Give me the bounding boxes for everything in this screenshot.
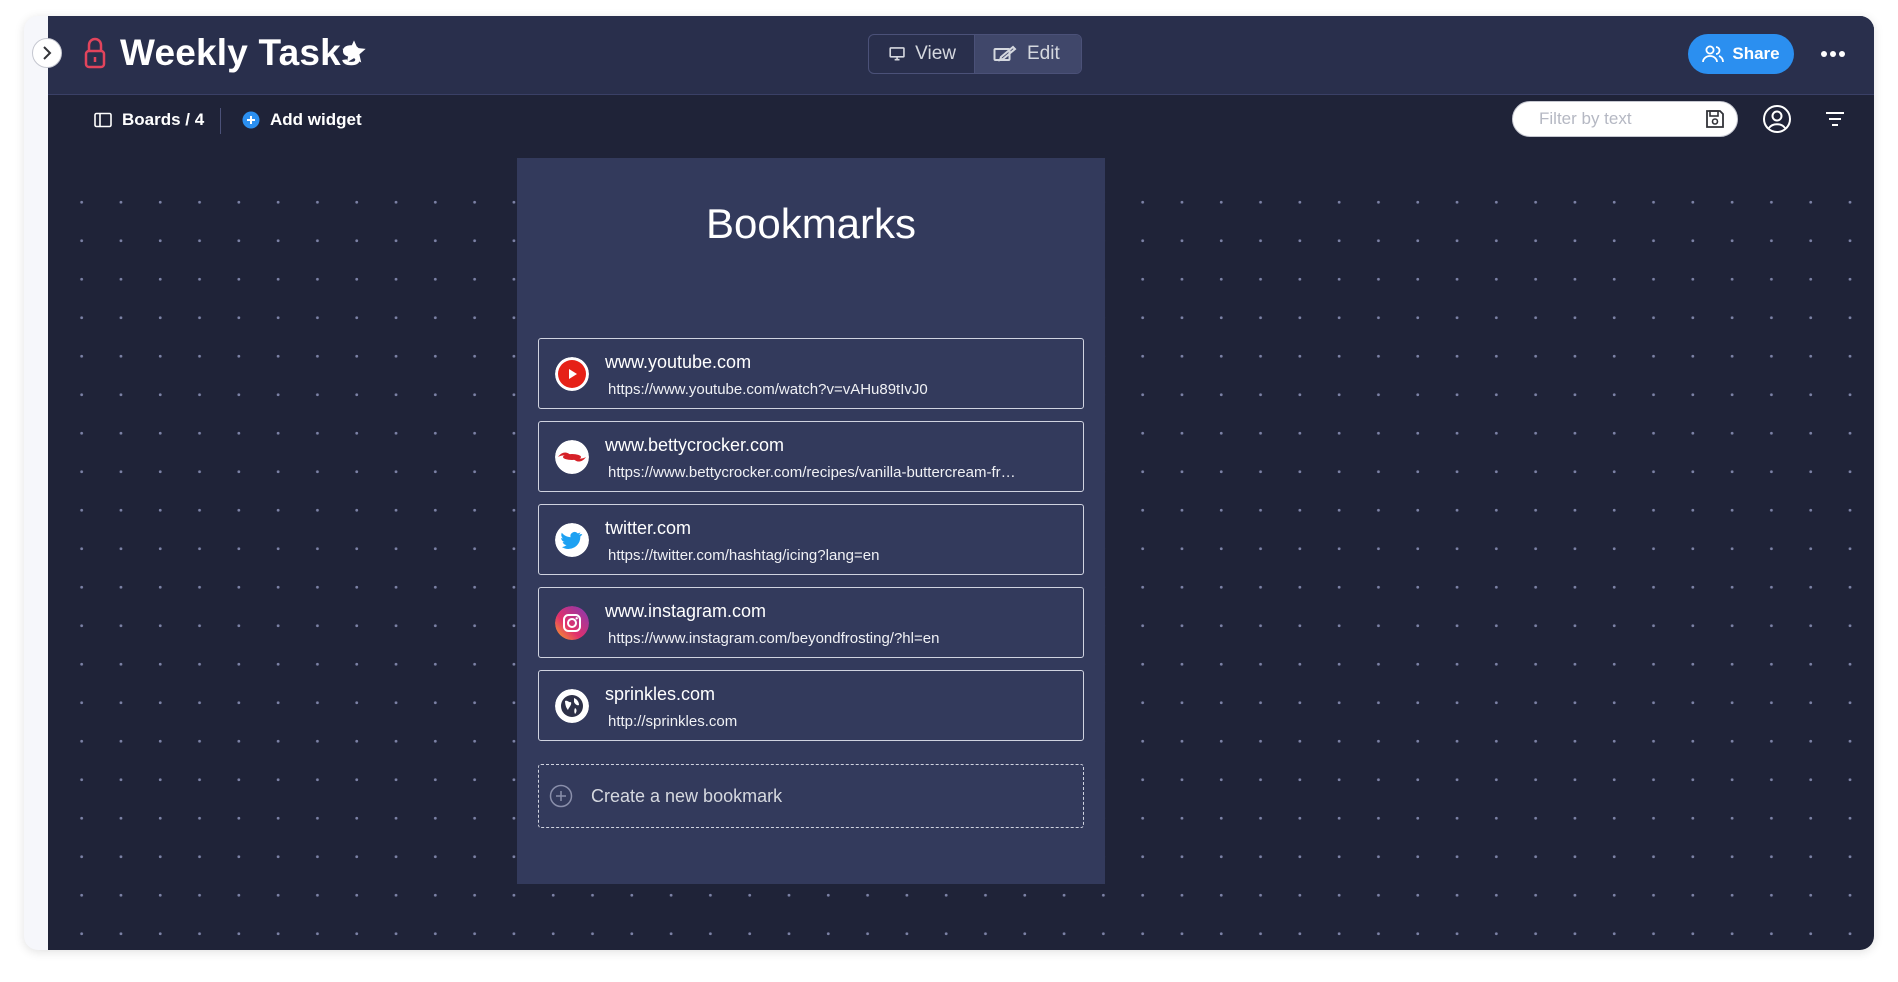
chevron-right-icon bbox=[43, 46, 52, 60]
bettycrocker-icon bbox=[555, 440, 589, 474]
widget-title: Bookmarks bbox=[705, 200, 917, 247]
view-edit-toggle: View Edit bbox=[868, 34, 1082, 74]
create-bookmark-label: Create a new bookmark bbox=[591, 785, 783, 806]
bookmark-title: twitter.com bbox=[605, 518, 692, 538]
youtube-icon bbox=[555, 357, 589, 391]
boards-label: Boards / 4 bbox=[122, 110, 205, 129]
create-bookmark-button[interactable]: Create a new bookmark bbox=[538, 764, 1084, 828]
share-button[interactable]: Share bbox=[1688, 34, 1794, 74]
add-widget-button[interactable]: Add widget bbox=[242, 110, 362, 130]
plus-circle-icon bbox=[242, 111, 260, 129]
bookmark-url: http://sprinkles.com bbox=[608, 713, 738, 730]
board-header: Weekly Tasks View Edit Share bbox=[48, 16, 1874, 95]
favorite-star-icon[interactable] bbox=[340, 38, 368, 66]
people-icon bbox=[1702, 45, 1725, 63]
bookmark-item[interactable]: sprinkles.com http://sprinkles.com bbox=[538, 670, 1084, 741]
bookmark-item[interactable]: www.instagram.com https://www.instagram.… bbox=[538, 587, 1084, 658]
bookmark-item[interactable]: www.bettycrocker.com https://www.bettycr… bbox=[538, 421, 1084, 492]
add-widget-label: Add widget bbox=[270, 110, 362, 129]
edit-pencil-icon bbox=[993, 45, 1017, 62]
board-title[interactable]: Weekly Tasks bbox=[120, 32, 362, 74]
expand-sidebar-button[interactable] bbox=[32, 38, 62, 68]
edit-label: Edit bbox=[1027, 43, 1060, 64]
filter-input[interactable] bbox=[1537, 108, 1705, 130]
globe-icon bbox=[555, 689, 589, 723]
filter-search-box bbox=[1512, 101, 1738, 137]
bookmark-item[interactable]: www.youtube.com https://www.youtube.com/… bbox=[538, 338, 1084, 409]
bookmark-url: https://twitter.com/hashtag/icing?lang=e… bbox=[608, 547, 880, 564]
lock-icon bbox=[84, 37, 106, 69]
toolbar-divider bbox=[220, 108, 221, 134]
bookmark-title: www.bettycrocker.com bbox=[605, 435, 785, 455]
bookmark-item[interactable]: twitter.com https://twitter.com/hashtag/… bbox=[538, 504, 1084, 575]
edit-button[interactable]: Edit bbox=[974, 35, 1081, 73]
bookmark-title: sprinkles.com bbox=[605, 684, 716, 704]
share-label: Share bbox=[1732, 44, 1780, 63]
sidebar-panel-icon bbox=[94, 112, 112, 128]
twitter-icon bbox=[555, 523, 589, 557]
filter-lines-icon[interactable] bbox=[1824, 110, 1846, 128]
plus-circle-outline-icon bbox=[549, 784, 573, 808]
monitor-icon bbox=[889, 47, 905, 61]
view-button[interactable]: View bbox=[869, 35, 974, 73]
person-filter-icon[interactable] bbox=[1762, 104, 1792, 134]
bookmarks-widget: Bookmarks www.youtube.com https://www.yo… bbox=[517, 158, 1105, 884]
boards-button[interactable]: Boards / 4 bbox=[94, 110, 204, 130]
bookmark-url: https://www.instagram.com/beyondfrosting… bbox=[608, 630, 940, 647]
dashboard-app: Weekly Tasks View Edit Share Boards / 4 … bbox=[48, 16, 1874, 950]
instagram-icon bbox=[555, 606, 589, 640]
save-filter-icon[interactable] bbox=[1705, 109, 1725, 129]
bookmark-title: www.youtube.com bbox=[605, 352, 752, 372]
bookmark-title: www.instagram.com bbox=[605, 601, 767, 621]
bookmark-url: https://www.youtube.com/watch?v=vAHu89tI… bbox=[608, 381, 928, 398]
more-options-icon[interactable] bbox=[1820, 44, 1846, 64]
view-label: View bbox=[915, 43, 956, 64]
bookmark-url: https://www.bettycrocker.com/recipes/van… bbox=[608, 464, 1018, 481]
